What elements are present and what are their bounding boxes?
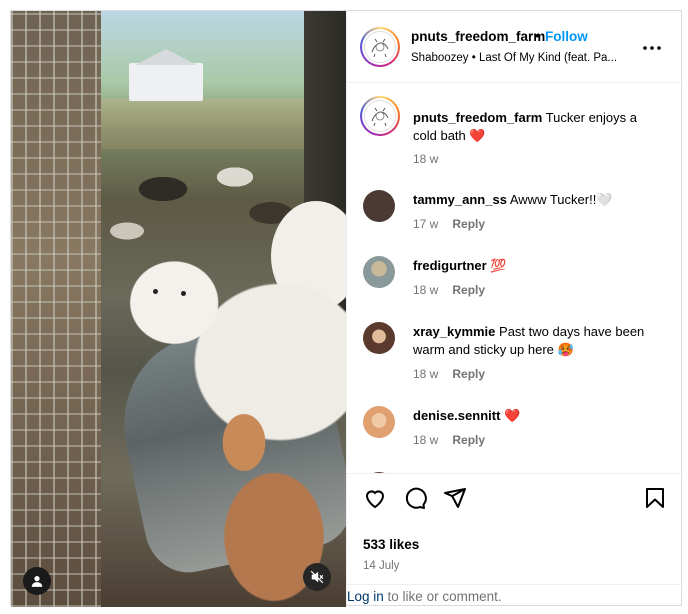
login-link[interactable]: Log in <box>347 589 384 604</box>
comment-timestamp[interactable]: 18 w <box>413 283 438 297</box>
user-tag-button[interactable] <box>23 567 51 595</box>
caption-timestamp[interactable]: 18 w <box>413 152 438 166</box>
comment-username[interactable]: denise.sennitt <box>413 408 500 423</box>
heart-icon <box>365 490 385 509</box>
post-details-panel: pnuts_freedom_farm • Follow Shaboozey • … <box>346 11 683 607</box>
comment-timestamp[interactable]: 18 w <box>413 367 438 381</box>
author-avatar[interactable] <box>360 27 400 67</box>
comment-button[interactable] <box>403 486 427 515</box>
comment-timestamp[interactable]: 18 w <box>413 433 438 447</box>
commenter-avatar[interactable] <box>363 322 395 354</box>
bookmark-icon <box>646 488 664 508</box>
post-video[interactable] <box>11 11 346 607</box>
more-options-button[interactable] <box>643 37 661 55</box>
audio-track-link[interactable]: Shaboozey • Last Of My Kind (feat. Pa... <box>411 52 617 64</box>
author-username[interactable]: pnuts_freedom_farm <box>411 29 545 44</box>
user-tag-icon <box>31 576 43 587</box>
post-actions: 533 likes 14 July Log in to like or comm… <box>347 473 683 607</box>
mute-button[interactable] <box>303 563 331 591</box>
dog-eye <box>153 289 158 294</box>
caption-author-avatar[interactable] <box>360 96 400 136</box>
comment-emoji: 💯 <box>490 258 507 273</box>
reply-button[interactable]: Reply <box>452 217 485 231</box>
comment-emoji: 🥵 <box>557 342 574 357</box>
farm-logo-icon <box>371 38 389 58</box>
separator-dot: • <box>535 28 540 43</box>
login-prompt-text: to like or comment. <box>383 589 502 604</box>
post-date: 14 July <box>363 560 400 572</box>
dog-eye <box>181 291 186 296</box>
comment-username[interactable]: xray_kymmie <box>413 324 495 339</box>
comment-username[interactable]: fredigurtner <box>413 258 487 273</box>
comment-icon <box>405 487 427 509</box>
speaker-muted-icon <box>310 570 324 584</box>
like-count[interactable]: 533 likes <box>363 537 419 552</box>
like-button[interactable] <box>363 486 387 515</box>
send-icon <box>444 488 466 508</box>
background-house <box>129 63 203 101</box>
comment-timestamp[interactable]: 17 w <box>413 217 438 231</box>
farm-logo-icon <box>371 107 389 127</box>
comment-text: Awww Tucker!! <box>509 192 597 207</box>
post-header: pnuts_freedom_farm • Follow Shaboozey • … <box>347 11 683 83</box>
save-button[interactable] <box>643 486 667 515</box>
instagram-post: pnuts_freedom_farm • Follow Shaboozey • … <box>10 10 683 607</box>
commenter-avatar[interactable] <box>363 256 395 288</box>
comment-emoji: 🤍 <box>596 192 613 207</box>
comments-list[interactable]: pnuts_freedom_farm Tucker enjoys a cold … <box>347 83 683 473</box>
reply-button[interactable]: Reply <box>452 367 485 381</box>
commenter-avatar[interactable] <box>363 406 395 438</box>
caption-username[interactable]: pnuts_freedom_farm <box>413 110 542 125</box>
share-button[interactable] <box>443 486 467 515</box>
comment-emoji: ❤️ <box>504 408 521 423</box>
follow-button[interactable]: Follow <box>545 29 588 44</box>
comment-username[interactable]: tammy_ann_ss <box>413 192 507 207</box>
caption-emoji: ❤️ <box>469 128 486 143</box>
reply-button[interactable]: Reply <box>452 283 485 297</box>
wire-fence <box>11 11 101 607</box>
commenter-avatar[interactable] <box>363 190 395 222</box>
login-prompt: Log in to like or comment. <box>347 584 683 608</box>
more-horizontal-icon <box>643 46 661 50</box>
reply-button[interactable]: Reply <box>452 433 485 447</box>
